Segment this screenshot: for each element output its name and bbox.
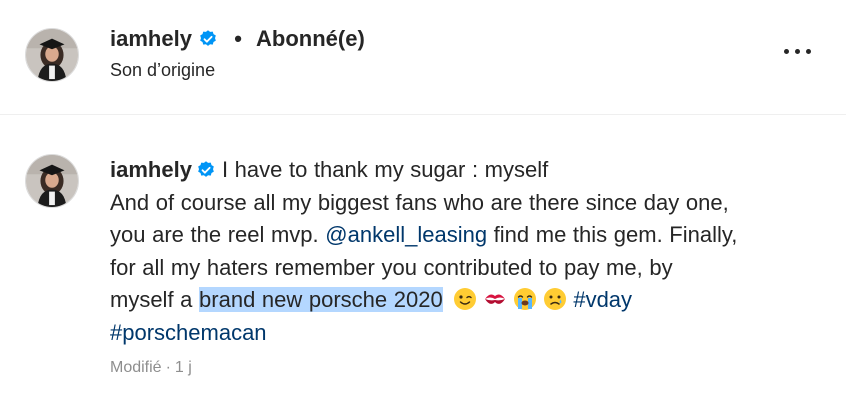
caption-line: you are the reel mvp. @ankell_leasing fi…	[110, 219, 825, 252]
caption-line: #porschemacan	[110, 317, 825, 350]
loudly-crying-face-emoji-icon	[514, 288, 537, 310]
caption-avatar[interactable]	[25, 154, 79, 208]
caption-username-link[interactable]: iamhely	[110, 157, 192, 182]
verified-badge-icon	[200, 30, 216, 46]
more-options-icon[interactable]	[784, 44, 812, 58]
selected-text: brand new porsche 2020	[199, 287, 443, 312]
separator-dot: •	[234, 26, 242, 51]
hashtag-link[interactable]: #vday	[573, 287, 632, 312]
kiss-mark-emoji-icon	[485, 294, 506, 304]
caption-text-segment: find me this gem. Finally,	[487, 222, 738, 247]
caption-text: iamhely I have to thank my sugar : mysel…	[110, 154, 825, 349]
avatar-photo	[26, 29, 78, 81]
timestamp[interactable]: 1 j	[175, 359, 192, 376]
mention-link[interactable]: @ankell_leasing	[325, 222, 487, 247]
post-meta: Modifié · 1 j	[110, 359, 192, 377]
caption-line: myself a brand new porsche 2020 #vday	[110, 284, 825, 317]
caption-text-line: I have to thank my sugar : myself	[221, 157, 549, 182]
winking-face-emoji-icon	[454, 288, 477, 310]
caption-line: iamhely I have to thank my sugar : mysel…	[110, 154, 825, 187]
following-button[interactable]: Abonné(e)	[256, 26, 365, 51]
caption-text-line: And of course all my biggest fans who ar…	[110, 189, 729, 215]
hashtag-link[interactable]: #porschemacan	[110, 320, 267, 345]
original-audio-link[interactable]: Son d’origine	[110, 60, 215, 81]
edited-label: Modifié	[110, 359, 162, 376]
caption-text-line: for all my haters remember you contribut…	[110, 254, 673, 280]
verified-badge-icon	[198, 161, 214, 177]
avatar-photo	[26, 155, 78, 207]
caption-text-segment: you are the reel mvp.	[110, 222, 326, 247]
caption-text-segment: myself a	[110, 287, 200, 312]
post-header: iamhely • Abonné(e) Son d’origine	[0, 0, 846, 114]
username-link[interactable]: iamhely	[110, 26, 192, 51]
crying-face-emoji-icon	[544, 288, 567, 310]
post-author-line: iamhely • Abonné(e)	[110, 26, 365, 52]
avatar[interactable]	[25, 28, 79, 82]
divider	[0, 114, 846, 115]
separator-dot: ·	[165, 359, 171, 376]
